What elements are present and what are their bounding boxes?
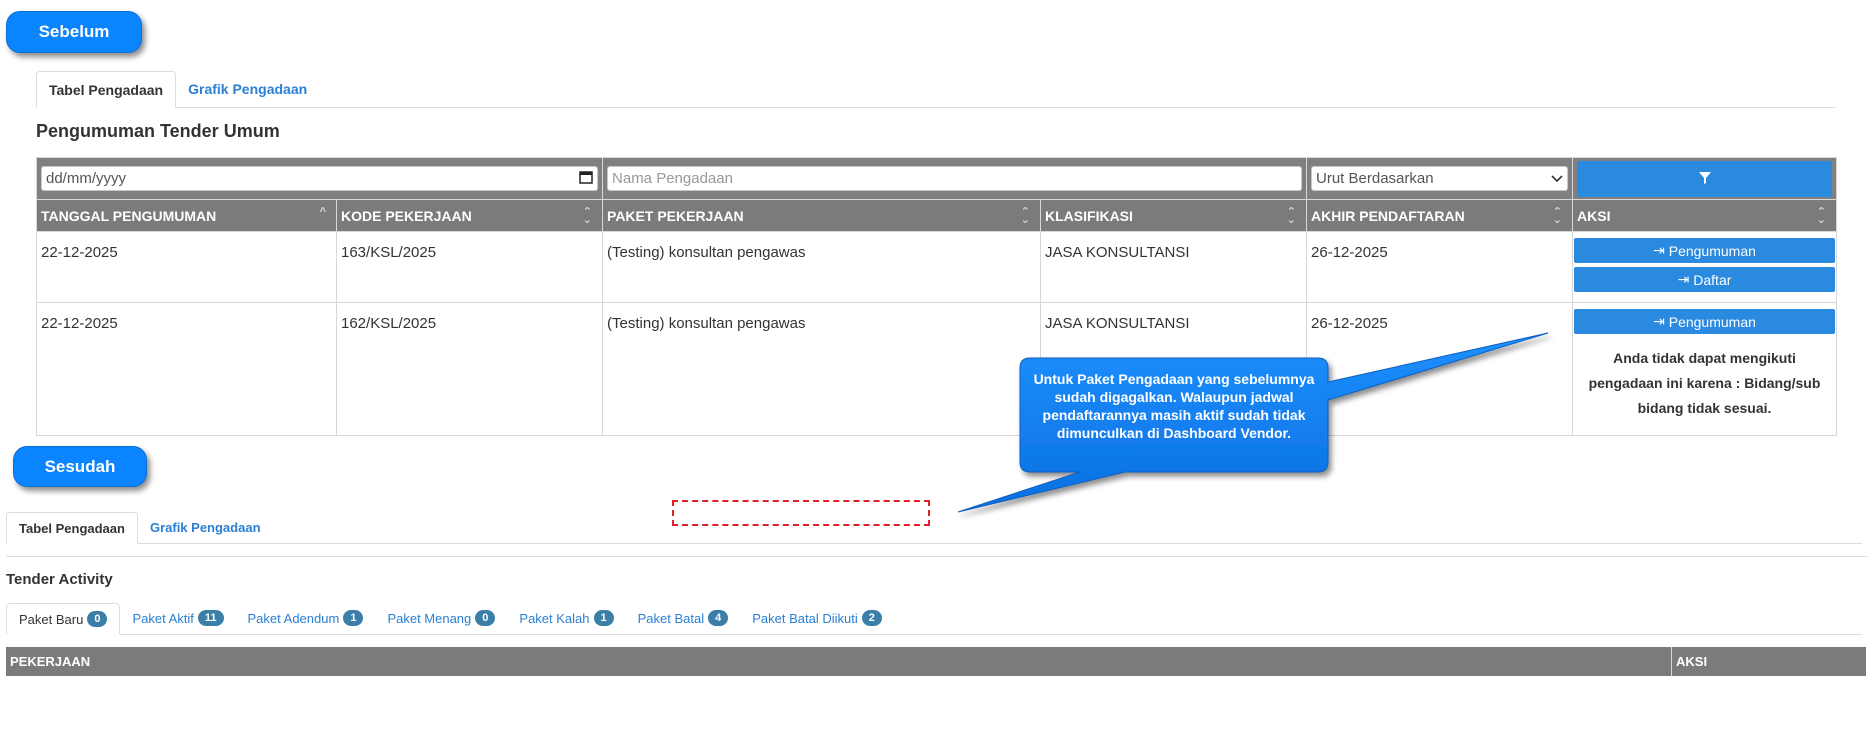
divider	[6, 556, 1868, 557]
count-badge: 2	[861, 610, 882, 626]
tab-paket-batal-diikuti[interactable]: Paket Batal Diikuti 2	[740, 602, 894, 634]
cell-akhir: 26-12-2025	[1306, 231, 1574, 303]
cell-tanggal: 22-12-2025	[36, 302, 337, 436]
sort-icon: ⌃ ⌄	[1816, 206, 1827, 226]
sign-in-icon: ⇥	[1677, 271, 1694, 287]
col-akhir[interactable]: AKHIR PENDAFTARAN ⌃ ⌄	[1306, 199, 1574, 232]
sign-in-icon: ⇥	[1653, 313, 1669, 329]
sort-icon: ⌃ ⌄	[582, 206, 593, 226]
activity-tabs: Paket Baru 0 Paket Aktif 11 Paket Adendum 1…	[6, 603, 1862, 635]
section-title: Tender Activity	[6, 571, 113, 588]
count-badge: 11	[197, 610, 224, 626]
ineligible-note: Anda tidak dapat mengikuti pengadaan ini…	[1588, 350, 1821, 416]
sign-in-icon: ⇥	[1653, 242, 1669, 258]
tab-paket-menang[interactable]: Paket Menang 0	[375, 602, 507, 634]
tab-paket-kalah[interactable]: Paket Kalah 1	[507, 602, 625, 634]
tab-paket-baru[interactable]: Paket Baru 0	[6, 603, 121, 635]
tab-grafik-pengadaan[interactable]: Grafik Pengadaan	[176, 70, 319, 107]
col-tanggal[interactable]: TANGGAL PENGUMUMAN ^	[36, 199, 337, 232]
pengumuman-button[interactable]: ⇥ Pengumuman	[1574, 309, 1836, 334]
tab-paket-adendum[interactable]: Paket Adendum 1	[236, 602, 376, 634]
count-badge: 0	[475, 610, 496, 626]
cell-kode: 162/KSL/2025	[335, 302, 604, 436]
pengumuman-button[interactable]: ⇥ Pengumuman	[1574, 238, 1836, 263]
tab-tabel-pengadaan[interactable]: Tabel Pengadaan	[6, 512, 138, 544]
calendar-icon[interactable]	[579, 170, 593, 188]
sort-icon: ⌃ ⌄	[1286, 206, 1297, 226]
bottom-tabs: Tabel Pengadaan Grafik Pengadaan	[6, 512, 1862, 544]
col-klasifikasi[interactable]: KLASIFIKASI ⌃ ⌄	[1040, 199, 1308, 232]
table-row: 22-12-2025 163/KSL/2025 (Testing) konsul…	[36, 231, 1838, 303]
col-pekerjaan[interactable]: PEKERJAAN	[6, 647, 1672, 676]
col-aksi[interactable]: AKSI ⌃ ⌄	[1572, 199, 1838, 232]
date-filter-value: dd/mm/yyyy	[46, 170, 127, 187]
sort-asc-icon: ^	[319, 206, 326, 218]
col-paket[interactable]: PAKET PEKERJAAN ⌃ ⌄	[602, 199, 1042, 232]
count-badge: 1	[593, 610, 614, 626]
tender-table: dd/mm/yyyy Nama Pengadaan Urut Berdasark…	[35, 157, 1838, 436]
filter-button[interactable]	[1577, 160, 1833, 197]
tab-paket-aktif[interactable]: Paket Aktif 11	[120, 602, 235, 634]
count-badge: 4	[708, 610, 729, 626]
cell-akhir: 26-12-2025	[1306, 302, 1574, 436]
chevron-down-icon	[1551, 170, 1563, 187]
sort-icon: ⌃ ⌄	[1552, 206, 1563, 226]
table-row: 22-12-2025 162/KSL/2025 (Testing) konsul…	[36, 302, 1838, 436]
after-label-button: Sesudah	[13, 446, 147, 487]
filter-icon	[1698, 171, 1711, 187]
tab-grafik-pengadaan[interactable]: Grafik Pengadaan	[138, 511, 273, 543]
cell-paket: (Testing) konsultan pengawas	[602, 302, 1042, 436]
tab-tabel-pengadaan[interactable]: Tabel Pengadaan	[36, 71, 177, 108]
cell-aksi: ⇥ Pengumuman Anda tidak dapat mengikuti …	[1572, 302, 1838, 436]
col-aksi[interactable]: AKSI	[1672, 647, 1866, 676]
count-badge: 0	[87, 611, 108, 627]
sort-select-value: Urut Berdasarkan	[1316, 170, 1434, 187]
sort-select[interactable]: Urut Berdasarkan	[1311, 166, 1569, 191]
activity-table-header: PEKERJAAN AKSI	[6, 647, 1866, 676]
name-filter-input[interactable]: Nama Pengadaan	[607, 166, 1303, 191]
cell-paket: (Testing) konsultan pengawas	[602, 231, 1042, 303]
page-title: Pengumuman Tender Umum	[36, 121, 280, 141]
date-filter-input[interactable]: dd/mm/yyyy	[41, 166, 599, 191]
sort-icon: ⌃ ⌄	[1020, 206, 1031, 226]
count-badge: 1	[343, 610, 364, 626]
cell-klasifikasi: JASA KONSULTANSI	[1040, 231, 1308, 303]
callout-text: Untuk Paket Pengadaan yang sebelumnya su…	[1033, 371, 1315, 441]
cell-kode: 163/KSL/2025	[335, 231, 604, 303]
top-tabs: Tabel Pengadaan Grafik Pengadaan	[36, 71, 1836, 108]
table-header-row: TANGGAL PENGUMUMAN ^ KODE PEKERJAAN ⌃ ⌄ PAK…	[36, 199, 1838, 232]
col-kode[interactable]: KODE PEKERJAAN ⌃ ⌄	[335, 199, 604, 232]
filter-row: dd/mm/yyyy Nama Pengadaan Urut Berdasark…	[35, 157, 1838, 200]
tab-paket-batal[interactable]: Paket Batal 4	[626, 602, 741, 634]
cell-tanggal: 22-12-2025	[36, 231, 337, 303]
cell-aksi: ⇥ Pengumuman ⇥ Daftar	[1572, 231, 1838, 303]
name-filter-placeholder: Nama Pengadaan	[612, 170, 733, 187]
before-label-button: Sebelum	[6, 11, 142, 53]
daftar-button[interactable]: ⇥ Daftar	[1574, 267, 1836, 292]
